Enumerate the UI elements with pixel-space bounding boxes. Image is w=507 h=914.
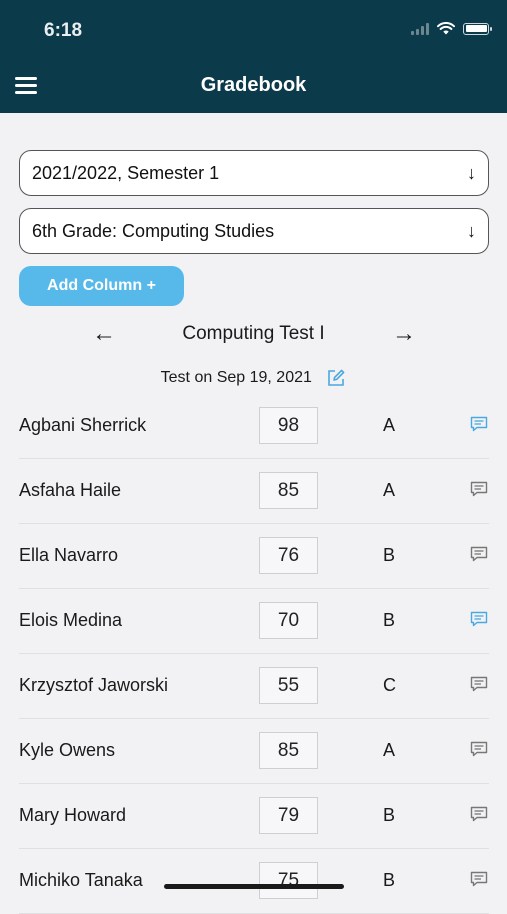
student-row: Mary Howard 79 B <box>19 784 489 849</box>
score-field[interactable]: 55 <box>259 667 318 704</box>
comment-icon[interactable] <box>470 481 488 497</box>
student-name: Ella Navarro <box>19 545 119 565</box>
score-field[interactable]: 98 <box>259 407 318 444</box>
letter-grade: B <box>383 610 396 630</box>
student-name: Kyle Owens <box>19 740 116 760</box>
score-field[interactable]: 85 <box>259 732 318 769</box>
add-column-button[interactable]: Add Column + <box>19 266 184 306</box>
letter-grade: A <box>383 480 396 500</box>
column-date: Test on Sep 19, 2021 <box>160 369 312 387</box>
wifi-icon <box>437 22 455 35</box>
home-indicator <box>164 884 344 889</box>
top-bar: 6:18 Gradebook <box>0 0 507 113</box>
student-name: Mary Howard <box>19 805 127 825</box>
letter-grade: B <box>383 805 396 825</box>
column-date-line: Test on Sep 19, 2021 <box>0 368 507 388</box>
student-row: Agbani Sherrick 98 A <box>19 394 489 459</box>
comment-icon[interactable] <box>470 416 488 432</box>
student-row: Asfaha Haile 85 A <box>19 459 489 524</box>
page-title: Gradebook <box>200 74 307 96</box>
letter-grade: A <box>383 740 396 760</box>
student-row: Kyle Owens 85 A <box>19 719 489 784</box>
battery-icon <box>463 22 492 35</box>
next-column-arrow-icon[interactable]: → <box>392 320 416 348</box>
student-name: Krzysztof Jaworski <box>19 675 169 695</box>
letter-grade: C <box>383 675 396 695</box>
student-list: Agbani Sherrick 98 A Asfaha Haile 85 A Ella Na… <box>0 394 507 914</box>
student-row: Elois Medina 70 B <box>19 589 489 654</box>
student-name: Asfaha Haile <box>19 480 122 500</box>
comment-icon[interactable] <box>470 546 488 562</box>
status-icons <box>411 22 492 35</box>
comment-icon[interactable] <box>470 611 488 627</box>
arrow-down-icon: ↓ <box>467 162 476 183</box>
term-select[interactable]: 2021/2022, Semester 1 ↓ <box>19 150 489 196</box>
letter-grade: A <box>383 415 396 435</box>
student-row: Krzysztof Jaworski 55 C <box>19 654 489 719</box>
student-row: Michiko Tanaka 75 B <box>19 849 489 914</box>
score-field[interactable]: 76 <box>259 537 318 574</box>
comment-icon[interactable] <box>470 741 488 757</box>
edit-icon[interactable] <box>326 368 346 388</box>
class-select-value: 6th Grade: Computing Studies <box>32 220 275 241</box>
status-time: 6:18 <box>44 20 83 41</box>
student-name: Elois Medina <box>19 610 123 630</box>
score-field[interactable]: 85 <box>259 472 318 509</box>
arrow-down-icon: ↓ <box>467 220 476 241</box>
letter-grade: B <box>383 870 396 890</box>
comment-icon[interactable] <box>470 806 488 822</box>
student-row: Ella Navarro 76 B <box>19 524 489 589</box>
cellular-signal-icon <box>411 22 429 35</box>
score-field[interactable]: 70 <box>259 602 318 639</box>
student-name: Agbani Sherrick <box>19 415 147 435</box>
student-name: Michiko Tanaka <box>19 870 143 890</box>
term-select-value: 2021/2022, Semester 1 <box>32 162 220 183</box>
score-field[interactable]: 75 <box>259 862 318 899</box>
comment-icon[interactable] <box>470 676 488 692</box>
letter-grade: B <box>383 545 396 565</box>
column-title: Computing Test I <box>182 323 325 344</box>
class-select[interactable]: 6th Grade: Computing Studies ↓ <box>19 208 489 254</box>
column-navigator: ← Computing Test I → <box>0 320 507 350</box>
comment-icon[interactable] <box>470 871 488 887</box>
score-field[interactable]: 79 <box>259 797 318 834</box>
